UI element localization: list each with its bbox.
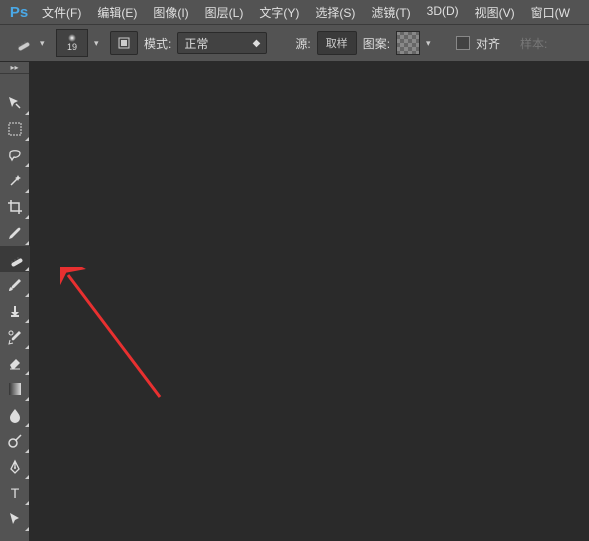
pattern-dropdown-arrow[interactable]: ▾ — [426, 38, 436, 49]
menu-window[interactable]: 窗口(W — [523, 0, 578, 25]
mode-label: 模式: — [144, 35, 171, 52]
path-selection-tool[interactable] — [0, 506, 30, 532]
menu-select[interactable]: 选择(S) — [307, 0, 363, 25]
menu-view[interactable]: 视图(V) — [467, 0, 523, 25]
canvas-area[interactable] — [30, 62, 589, 541]
source-label: 源: — [295, 35, 310, 52]
history-brush-tool[interactable] — [0, 324, 30, 350]
move-tool[interactable] — [0, 90, 30, 116]
sample-label: 样本: — [520, 35, 547, 52]
blur-tool[interactable] — [0, 402, 30, 428]
source-sample-button[interactable]: 取样 — [317, 31, 357, 55]
align-checkbox[interactable] — [456, 36, 470, 50]
pattern-label: 图案: — [363, 35, 390, 52]
dodge-tool[interactable] — [0, 428, 30, 454]
brush-size-value: 19 — [67, 42, 77, 52]
menu-type[interactable]: 文字(Y) — [251, 0, 307, 25]
align-label: 对齐 — [476, 35, 500, 52]
healing-brush-tool[interactable] — [0, 246, 30, 272]
tool-preset-dropdown[interactable]: ▾ — [40, 38, 50, 49]
blend-mode-value: 正常 — [184, 35, 208, 52]
logo-text: Ps — [10, 4, 28, 21]
options-bar: ▾ 19 ▾ 模式: 正常 ◆ 源: 取样 图案: ▾ 对齐 样本: — [0, 24, 589, 62]
toolbox: ▸▸ — [0, 62, 30, 541]
brush-preview-dot — [68, 34, 76, 42]
svg-text:T: T — [11, 485, 20, 501]
menu-edit[interactable]: 编辑(E) — [89, 0, 145, 25]
magic-wand-tool[interactable] — [0, 168, 30, 194]
clone-stamp-tool[interactable] — [0, 298, 30, 324]
menu-3d[interactable]: 3D(D) — [419, 0, 467, 25]
menu-file[interactable]: 文件(F) — [34, 0, 89, 25]
main-area: ▸▸ — [0, 62, 589, 541]
menu-bar: Ps 文件(F) 编辑(E) 图像(I) 图层(L) 文字(Y) 选择(S) 滤… — [0, 0, 589, 24]
brush-tool[interactable] — [0, 272, 30, 298]
menu-items: 文件(F) 编辑(E) 图像(I) 图层(L) 文字(Y) 选择(S) 滤镜(T… — [34, 0, 578, 25]
arrow-annotation — [60, 267, 180, 407]
menu-image[interactable]: 图像(I) — [145, 0, 196, 25]
toolbox-collapse-toggle[interactable]: ▸▸ — [0, 62, 29, 74]
pen-tool[interactable] — [0, 454, 30, 480]
menu-layer[interactable]: 图层(L) — [197, 0, 252, 25]
eraser-tool[interactable] — [0, 350, 30, 376]
current-tool-icon[interactable] — [10, 31, 34, 55]
brush-preset-picker[interactable]: 19 — [56, 29, 88, 57]
type-tool[interactable]: T — [0, 480, 30, 506]
blend-mode-select[interactable]: 正常 ◆ — [177, 32, 267, 54]
brush-dropdown-arrow[interactable]: ▾ — [94, 38, 104, 49]
pattern-swatch[interactable] — [396, 31, 420, 55]
brush-panel-toggle[interactable] — [110, 31, 138, 55]
crop-tool[interactable] — [0, 194, 30, 220]
lasso-tool[interactable] — [0, 142, 30, 168]
app-logo: Ps — [4, 0, 34, 24]
chevron-down-icon: ◆ — [253, 38, 261, 49]
eyedropper-tool[interactable] — [0, 220, 30, 246]
menu-filter[interactable]: 滤镜(T) — [363, 0, 418, 25]
marquee-tool[interactable] — [0, 116, 30, 142]
gradient-tool[interactable] — [0, 376, 30, 402]
